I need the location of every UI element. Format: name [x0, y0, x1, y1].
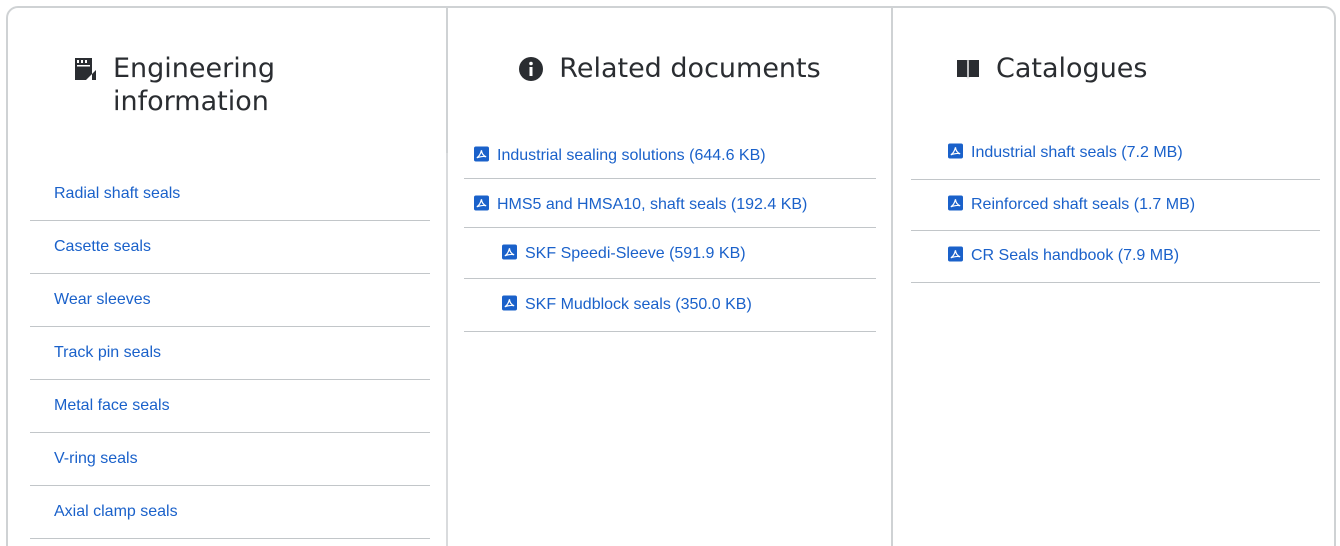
engineering-icon [75, 58, 96, 80]
pdf-icon [502, 295, 517, 311]
catalogues-column: Catalogues Industrial shaft seals (7.2 M… [911, 8, 1320, 283]
related-doc-link[interactable]: Industrial sealing solutions (644.6 KB) [464, 134, 876, 178]
column-divider [446, 8, 448, 153]
catalogues-title: Catalogues [996, 53, 1148, 84]
list-item: Industrial shaft seals (7.2 MB) [911, 130, 1320, 180]
catalogue-label: CR Seals handbook (7.9 MB) [971, 247, 1180, 264]
book-icon [957, 60, 979, 79]
engineering-link[interactable]: Metal face seals [30, 380, 430, 432]
related-doc-link[interactable]: SKF Mudblock seals (350.0 KB) [464, 279, 876, 331]
engineering-link[interactable]: Axial clamp seals [30, 486, 430, 538]
catalogue-label: Reinforced shaft seals (1.7 MB) [971, 196, 1196, 213]
list-item: Industrial sealing solutions (644.6 KB) [464, 134, 876, 179]
list-item: Casette seals [30, 221, 430, 274]
related-doc-label: SKF Speedi-Sleeve (591.9 KB) [525, 245, 746, 262]
catalogues-heading: Catalogues [956, 52, 1320, 85]
related-doc-label: HMS5 and HMSA10, shaft seals (192.4 KB) [497, 196, 808, 213]
pdf-icon [474, 146, 489, 162]
info-icon [519, 57, 544, 81]
engineering-link[interactable]: V-ring seals [30, 433, 430, 485]
catalogue-label: Industrial shaft seals (7.2 MB) [971, 144, 1183, 161]
list-item: SKF Speedi-Sleeve (591.9 KB) [464, 228, 876, 279]
list-item: HMS5 and HMSA10, shaft seals (192.4 KB) [464, 179, 876, 228]
pdf-icon [502, 244, 517, 260]
catalogues-doc-list: Industrial shaft seals (7.2 MB) Reinforc… [911, 130, 1320, 283]
list-item: Metal face seals [30, 380, 430, 433]
catalogue-link[interactable]: Industrial shaft seals (7.2 MB) [911, 130, 1320, 179]
engineering-title-line2: information [113, 86, 269, 117]
engineering-link[interactable]: Radial shaft seals [30, 168, 430, 220]
catalogue-link[interactable]: Reinforced shaft seals (1.7 MB) [911, 180, 1320, 230]
list-item: Radial shaft seals [30, 168, 430, 221]
list-item: Axial clamp seals [30, 486, 430, 539]
pdf-icon [948, 143, 963, 159]
related-doc-label: SKF Mudblock seals (350.0 KB) [525, 296, 752, 313]
catalogue-link[interactable]: CR Seals handbook (7.9 MB) [911, 231, 1320, 282]
related-doc-list: Industrial sealing solutions (644.6 KB) … [464, 134, 876, 332]
related-doc-label: Industrial sealing solutions (644.6 KB) [497, 147, 766, 164]
column-divider [891, 8, 893, 546]
related-title: Related documents [559, 53, 821, 84]
list-item: CR Seals handbook (7.9 MB) [911, 231, 1320, 283]
related-doc-link[interactable]: SKF Speedi-Sleeve (591.9 KB) [464, 228, 876, 278]
list-item: SKF Mudblock seals (350.0 KB) [464, 279, 876, 332]
related-doc-link[interactable]: HMS5 and HMSA10, shaft seals (192.4 KB) [464, 179, 876, 227]
engineering-title-line1: Engineering [113, 53, 275, 84]
list-item: Reinforced shaft seals (1.7 MB) [911, 180, 1320, 231]
engineering-link[interactable]: Casette seals [30, 221, 430, 273]
related-heading: Related documents [464, 52, 876, 85]
pdf-icon [948, 246, 963, 262]
column-divider [446, 153, 448, 546]
engineering-column: Engineering information Radial shaft sea… [30, 8, 430, 539]
engineering-link[interactable]: Track pin seals [30, 327, 430, 379]
engineering-heading: Engineering information [73, 52, 430, 118]
pdf-icon [474, 195, 489, 211]
related-documents-column: Related documents Industrial sealing sol… [464, 8, 876, 332]
list-item: Wear sleeves [30, 274, 430, 327]
list-item: V-ring seals [30, 433, 430, 486]
engineering-link[interactable]: Wear sleeves [30, 274, 430, 326]
engineering-link-list: Radial shaft seals Casette seals Wear sl… [30, 168, 430, 539]
list-item: Track pin seals [30, 327, 430, 380]
pdf-icon [948, 195, 963, 211]
